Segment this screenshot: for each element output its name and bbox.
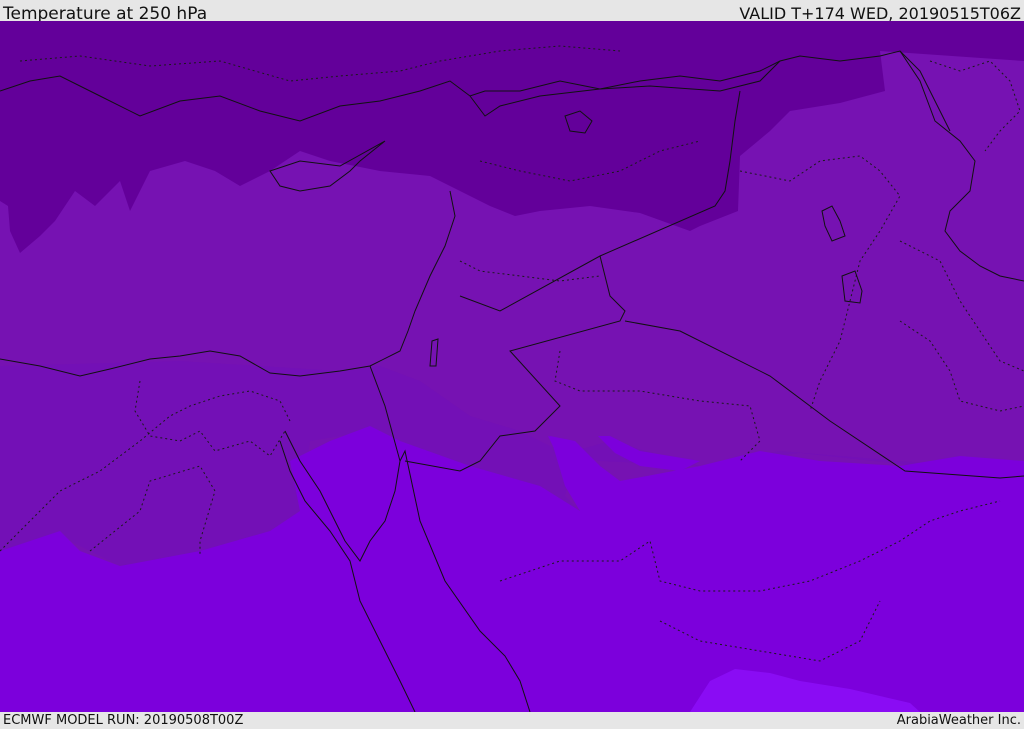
footer-bar: ECMWF MODEL RUN: 20190508T00Z ArabiaWeat… bbox=[0, 712, 1024, 729]
header-bar: Temperature at 250 hPa VALID T+174 WED, … bbox=[0, 0, 1024, 24]
credit: ArabiaWeather Inc. bbox=[896, 713, 1021, 728]
model-run: ECMWF MODEL RUN: 20190508T00Z bbox=[3, 713, 244, 728]
map-canvas bbox=[0, 21, 1024, 712]
weather-map[interactable] bbox=[0, 21, 1024, 712]
